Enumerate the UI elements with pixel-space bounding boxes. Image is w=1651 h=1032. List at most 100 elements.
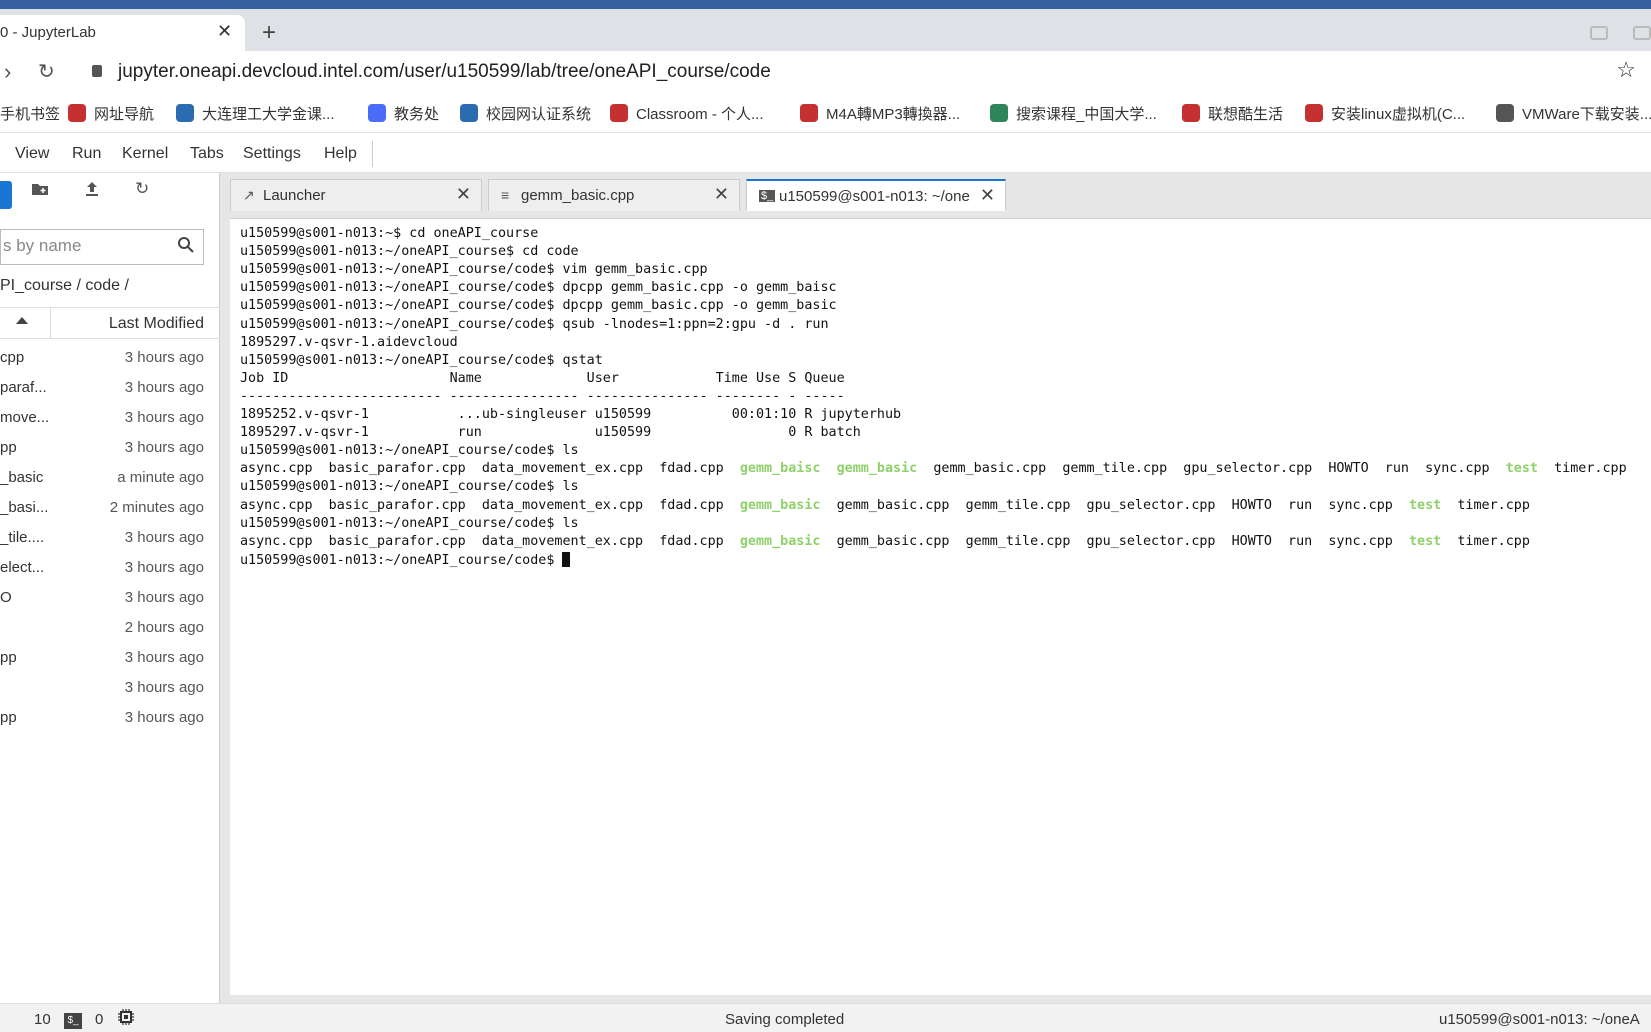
terminal-text: gemm_basic.cpp gemm_tile.cpp gpu_selecto… bbox=[820, 533, 1409, 549]
bookmark-favicon-icon bbox=[176, 104, 194, 122]
menu-view[interactable]: View bbox=[15, 145, 49, 163]
bookmark-item[interactable]: 大连理工大学金课... bbox=[176, 103, 335, 124]
refresh-icon[interactable]: ↻ bbox=[135, 179, 149, 199]
bookmark-label: 安装linux虚拟机(C... bbox=[1331, 106, 1466, 123]
terminal-line: u150599@s001-n013:~/oneAPI_course/code$ … bbox=[240, 352, 603, 368]
file-modified: 3 hours ago bbox=[124, 679, 204, 696]
close-tab-icon[interactable]: ✕ bbox=[456, 184, 471, 205]
bookmark-favicon-icon bbox=[990, 104, 1008, 122]
terminal-text: timer.cpp bbox=[1537, 461, 1627, 477]
column-divider[interactable] bbox=[50, 308, 51, 338]
terminal-text: async.cpp basic_parafor.cpp data_movemen… bbox=[240, 533, 740, 549]
file-row[interactable]: _tile.... 3 hours ago bbox=[0, 523, 220, 553]
terminal-text: timer.cpp bbox=[1441, 533, 1530, 549]
sort-ascending-icon[interactable] bbox=[16, 317, 28, 324]
file-row[interactable]: pp 3 hours ago bbox=[0, 703, 220, 733]
file-row[interactable]: 3 hours ago bbox=[0, 673, 220, 703]
window-restore-icon[interactable] bbox=[1633, 26, 1651, 40]
bookmark-label: 大连理工大学金课... bbox=[202, 106, 335, 123]
bookmark-item[interactable]: 手机书签 bbox=[0, 103, 60, 124]
file-row[interactable]: paraf... 3 hours ago bbox=[0, 373, 220, 403]
bookmark-item[interactable]: M4A轉MP3轉換器... bbox=[800, 103, 960, 124]
browser-tab-bar: 0 - JupyterLab ✕ + bbox=[0, 9, 1651, 51]
terminal-text: async.cpp basic_parafor.cpp data_movemen… bbox=[240, 461, 740, 477]
close-tab-icon[interactable]: ✕ bbox=[217, 21, 232, 42]
executable-file-name: test bbox=[1408, 497, 1442, 513]
file-modified: 3 hours ago bbox=[124, 409, 204, 426]
close-tab-icon[interactable]: ✕ bbox=[714, 184, 729, 205]
forward-icon[interactable]: › bbox=[4, 59, 11, 85]
file-filter-input[interactable] bbox=[3, 236, 173, 256]
last-modified-header[interactable]: Last Modified bbox=[109, 315, 204, 333]
bookmark-label: 教务处 bbox=[394, 106, 440, 123]
url-text[interactable]: jupyter.oneapi.devcloud.intel.com/user/u… bbox=[118, 61, 771, 83]
url-field[interactable]: jupyter.oneapi.devcloud.intel.com/user/u… bbox=[76, 55, 1636, 89]
tab-search-icon[interactable] bbox=[1590, 26, 1608, 40]
bookmark-item[interactable]: 教务处 bbox=[368, 103, 439, 124]
terminal-line: u150599@s001-n013:~$ cd oneAPI_course bbox=[240, 226, 539, 241]
bookmark-item[interactable]: Classroom - 个人... bbox=[610, 103, 764, 124]
file-row[interactable]: pp 3 hours ago bbox=[0, 433, 220, 463]
file-name: O bbox=[0, 589, 12, 606]
file-name: cpp bbox=[0, 349, 25, 366]
bookmark-item[interactable]: 校园网认证系统 bbox=[460, 103, 591, 124]
bookmark-item[interactable]: 搜索课程_中国大学... bbox=[990, 103, 1157, 124]
file-name: pp bbox=[0, 439, 17, 456]
lock-icon bbox=[92, 65, 102, 77]
tab-label: gemm_basic.cpp bbox=[521, 187, 635, 204]
bookmark-star-icon[interactable]: ☆ bbox=[1616, 57, 1636, 83]
close-tab-icon[interactable]: ✕ bbox=[980, 185, 995, 206]
file-row[interactable]: pp 3 hours ago bbox=[0, 643, 220, 673]
file-list: cpp 3 hours ago paraf... 3 hours ago move...… bbox=[0, 343, 220, 733]
file-row[interactable]: _basi... 2 minutes ago bbox=[0, 493, 220, 523]
file-row[interactable]: 2 hours ago bbox=[0, 613, 220, 643]
text-file-icon: ≡ bbox=[501, 187, 510, 203]
tab-label: Launcher bbox=[263, 187, 326, 204]
file-row[interactable]: cpp 3 hours ago bbox=[0, 343, 220, 373]
menu-run[interactable]: Run bbox=[72, 145, 101, 163]
bookmark-item[interactable]: 联想酷生活 bbox=[1182, 103, 1283, 124]
terminal[interactable]: u150599@s001-n013:~$ cd oneAPI_course u15… bbox=[230, 218, 1651, 995]
upload-icon[interactable] bbox=[82, 179, 102, 204]
file-name: elect... bbox=[0, 559, 45, 576]
terminal-line: async.cpp basic_parafor.cpp data_movemen… bbox=[240, 498, 1530, 513]
bookmark-label: 联想酷生活 bbox=[1208, 106, 1284, 123]
menu-tabs[interactable]: Tabs bbox=[190, 145, 224, 163]
file-modified: a minute ago bbox=[117, 469, 204, 486]
kernel-count[interactable]: 10 bbox=[34, 1011, 51, 1028]
terminal-count[interactable]: 0 bbox=[95, 1011, 103, 1028]
terminal-icon: $_ bbox=[759, 190, 776, 202]
executable-file-name: gemm_basic bbox=[836, 461, 918, 477]
file-modified: 3 hours ago bbox=[124, 709, 204, 726]
cpu-icon bbox=[117, 1008, 135, 1030]
menu-kernel[interactable]: Kernel bbox=[122, 145, 168, 163]
menu-settings[interactable]: Settings bbox=[243, 145, 301, 163]
bookmark-item[interactable]: VMWare下载安装... bbox=[1496, 103, 1651, 124]
terminal-line: Job ID Name User Time Use S Queue bbox=[240, 370, 845, 386]
file-row[interactable]: move... 3 hours ago bbox=[0, 403, 220, 433]
file-row[interactable]: O 3 hours ago bbox=[0, 583, 220, 613]
file-row[interactable]: _basic a minute ago bbox=[0, 463, 220, 493]
terminal-line: u150599@s001-n013:~/oneAPI_course/code$ … bbox=[240, 479, 579, 495]
new-folder-icon[interactable] bbox=[30, 179, 50, 204]
tab-launcher[interactable]: ↗ Launcher ✕ bbox=[230, 179, 482, 211]
new-tab-button[interactable]: + bbox=[262, 19, 276, 47]
launcher-icon: ↗ bbox=[243, 187, 255, 203]
terminal-icon: $_ bbox=[64, 1010, 82, 1029]
menu-help[interactable]: Help bbox=[324, 145, 357, 163]
browser-tab[interactable]: 0 - JupyterLab ✕ bbox=[0, 15, 245, 51]
bookmark-item[interactable]: 网址导航 bbox=[68, 103, 154, 124]
breadcrumb[interactable]: PI_course / code / bbox=[0, 277, 129, 295]
menu-bar: View Run Kernel Tabs Settings Help bbox=[0, 135, 1651, 173]
file-row[interactable]: elect... 3 hours ago bbox=[0, 553, 220, 583]
main-dock-area: ↗ Launcher ✕ ≡ gemm_basic.cpp ✕ $_ u1505… bbox=[220, 173, 1651, 1003]
bookmark-item[interactable]: 安装linux虚拟机(C... bbox=[1305, 103, 1465, 124]
tab-terminal[interactable]: $_ u150599@s001-n013: ~/one ✕ bbox=[746, 179, 1006, 211]
tab-gemm-basic-cpp[interactable]: ≡ gemm_basic.cpp ✕ bbox=[488, 179, 740, 211]
new-launcher-button[interactable] bbox=[0, 181, 12, 209]
file-list-header: Last Modified bbox=[0, 307, 220, 339]
search-icon bbox=[177, 236, 195, 259]
bookmark-favicon-icon bbox=[610, 104, 628, 122]
reload-icon[interactable]: ↻ bbox=[38, 59, 55, 84]
